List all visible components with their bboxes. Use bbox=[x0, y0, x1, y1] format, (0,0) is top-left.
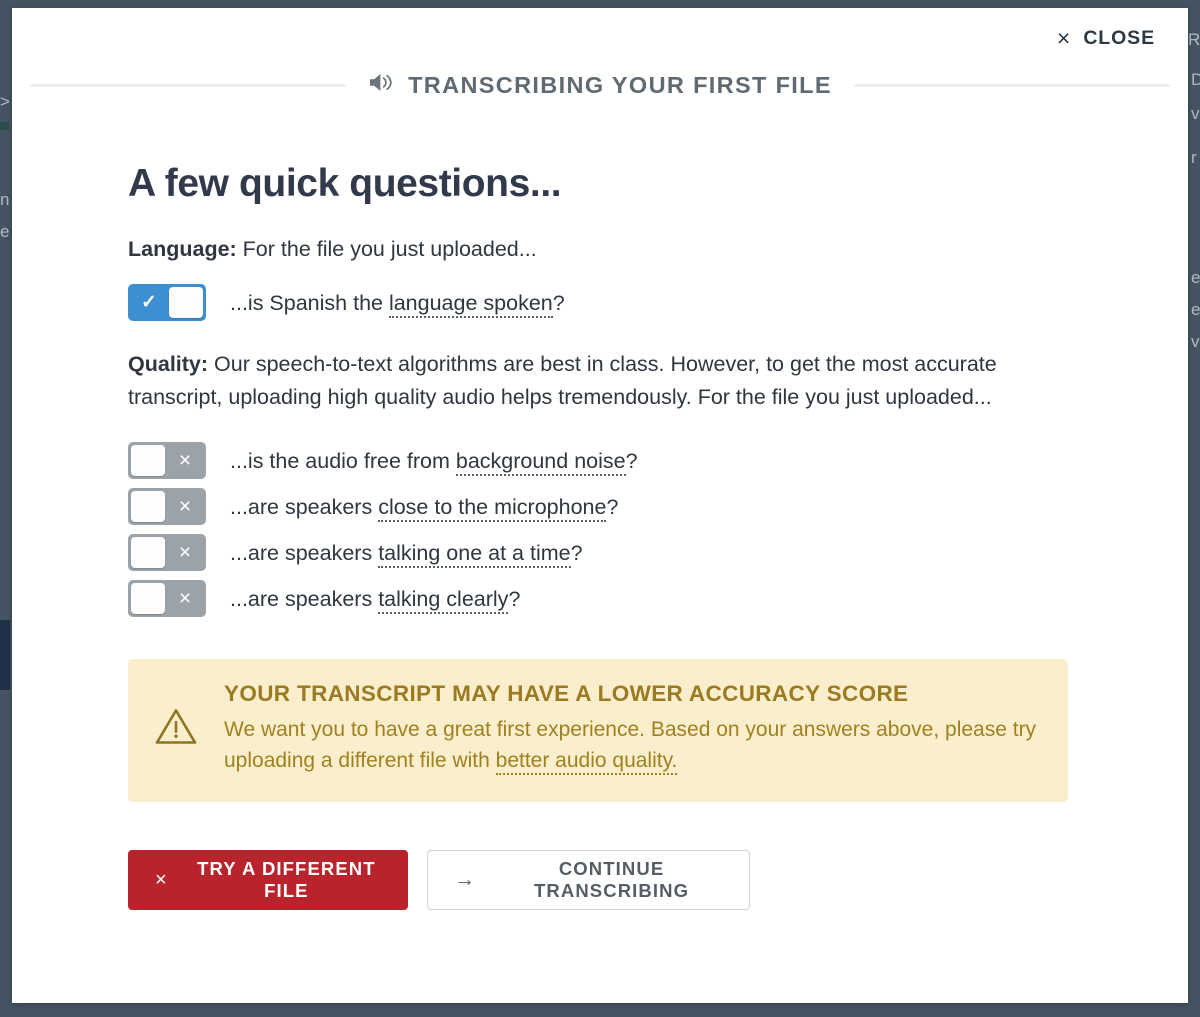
background-text-fragment: n bbox=[0, 190, 10, 209]
talking-one-at-a-time-toggle[interactable]: × bbox=[128, 534, 206, 571]
close-to-microphone-toggle[interactable]: × bbox=[128, 488, 206, 525]
question-prefix: ...are speakers bbox=[230, 540, 379, 565]
toggle-knob bbox=[131, 491, 165, 522]
close-icon: × bbox=[178, 449, 192, 472]
quality-question-row: × ...are speakers talking clearly? bbox=[128, 580, 1072, 617]
language-question-row: ✓ ...is Spanish the language spoken? bbox=[128, 284, 1072, 321]
language-section-text: Language: For the file you just uploaded… bbox=[128, 233, 1068, 266]
question-prefix: ...is the audio free from bbox=[230, 448, 456, 473]
talking-clearly-toggle[interactable]: × bbox=[128, 580, 206, 617]
close-button-label: CLOSE bbox=[1083, 27, 1155, 49]
question-term[interactable]: talking clearly bbox=[378, 586, 509, 614]
arrow-right-icon: → bbox=[454, 868, 477, 891]
quality-section-text: Quality: Our speech-to-text algorithms a… bbox=[128, 348, 1068, 414]
language-question-term[interactable]: language spoken bbox=[388, 290, 553, 318]
warning-triangle-icon bbox=[154, 706, 198, 752]
toggle-knob bbox=[131, 445, 165, 476]
question-term[interactable]: background noise bbox=[455, 448, 626, 476]
try-a-different-file-button[interactable]: × TRY A DIFFERENT FILE bbox=[128, 850, 408, 910]
toggle-knob bbox=[131, 583, 165, 614]
continue-transcribing-button[interactable]: → CONTINUE TRANSCRIBING bbox=[427, 850, 750, 910]
background-text-fragment: v bbox=[1191, 332, 1200, 351]
quality-question-row: × ...are speakers close to the microphon… bbox=[128, 488, 1072, 525]
modal-actions: × TRY A DIFFERENT FILE → CONTINUE TRANSC… bbox=[128, 850, 1072, 1000]
quality-question-text: ...are speakers close to the microphone? bbox=[230, 492, 618, 522]
quality-question-text: ...is the audio free from background noi… bbox=[230, 446, 638, 476]
warning-link[interactable]: better audio quality. bbox=[495, 749, 678, 775]
quality-label: Quality: bbox=[128, 352, 209, 376]
header-rule-left bbox=[30, 83, 347, 87]
background-text-fragment: RC bbox=[1188, 30, 1200, 49]
question-suffix: ? bbox=[606, 494, 619, 519]
language-question-text: ...is Spanish the language spoken? bbox=[230, 288, 565, 318]
background-text-fragment: e bbox=[0, 222, 10, 241]
close-button[interactable]: × CLOSE bbox=[1057, 27, 1155, 50]
background-accent-block bbox=[0, 122, 9, 130]
close-icon: × bbox=[155, 868, 168, 891]
try-a-different-file-label: TRY A DIFFERENT FILE bbox=[197, 858, 376, 901]
question-term[interactable]: close to the microphone bbox=[378, 494, 607, 522]
close-icon: × bbox=[178, 495, 192, 518]
question-term[interactable]: talking one at a time bbox=[378, 540, 571, 568]
toggle-knob bbox=[169, 287, 203, 318]
quality-question-row: × ...are speakers talking one at a time? bbox=[128, 534, 1072, 571]
language-label: Language: bbox=[128, 237, 237, 261]
question-prefix: ...are speakers bbox=[230, 494, 379, 519]
question-suffix: ? bbox=[508, 586, 521, 611]
continue-transcribing-label: CONTINUE TRANSCRIBING bbox=[534, 858, 690, 901]
background-text-fragment: > bbox=[0, 92, 10, 111]
background-noise-toggle[interactable]: × bbox=[128, 442, 206, 479]
transcription-questions-modal: × CLOSE TRANSCRIBING YOUR FIRST FILE A f… bbox=[12, 8, 1188, 1003]
close-icon: × bbox=[178, 587, 192, 610]
warning-text: We want you to have a great first experi… bbox=[224, 714, 1042, 776]
toggle-knob bbox=[131, 537, 165, 568]
background-text-fragment: r bbox=[1191, 148, 1197, 167]
accuracy-warning-panel: YOUR TRANSCRIPT MAY HAVE A LOWER ACCURAC… bbox=[128, 659, 1068, 802]
question-suffix: ? bbox=[570, 540, 583, 565]
quality-question-row: × ...is the audio free from background n… bbox=[128, 442, 1072, 479]
page-title: A few quick questions... bbox=[128, 162, 562, 205]
close-icon: × bbox=[178, 541, 192, 564]
language-description: For the file you just uploaded... bbox=[236, 237, 537, 261]
modal-topbar: × CLOSE bbox=[12, 8, 1188, 76]
check-icon: ✓ bbox=[141, 292, 157, 313]
background-text-fragment: v bbox=[1191, 104, 1200, 123]
language-question-suffix: ? bbox=[552, 290, 565, 315]
background-sidebar-block bbox=[0, 620, 10, 690]
warning-body: YOUR TRANSCRIPT MAY HAVE A LOWER ACCURAC… bbox=[224, 681, 1042, 776]
modal-body: A few quick questions... Language: For t… bbox=[12, 162, 1188, 1000]
question-prefix: ...are speakers bbox=[230, 586, 379, 611]
warning-title: YOUR TRANSCRIPT MAY HAVE A LOWER ACCURAC… bbox=[224, 681, 909, 706]
question-suffix: ? bbox=[625, 448, 638, 473]
quality-question-text: ...are speakers talking clearly? bbox=[230, 584, 520, 614]
header-rule-right bbox=[853, 83, 1171, 87]
quality-description: Our speech-to-text algorithms are best i… bbox=[128, 352, 997, 409]
background-text-fragment: e bbox=[1191, 300, 1200, 319]
background-text-fragment: D bbox=[1191, 70, 1200, 89]
language-question-prefix: ...is Spanish the bbox=[230, 290, 389, 315]
close-icon: × bbox=[1056, 25, 1071, 51]
language-spoken-toggle[interactable]: ✓ bbox=[128, 284, 206, 321]
quality-question-text: ...are speakers talking one at a time? bbox=[230, 538, 583, 568]
background-text-fragment: e bbox=[1191, 268, 1200, 287]
